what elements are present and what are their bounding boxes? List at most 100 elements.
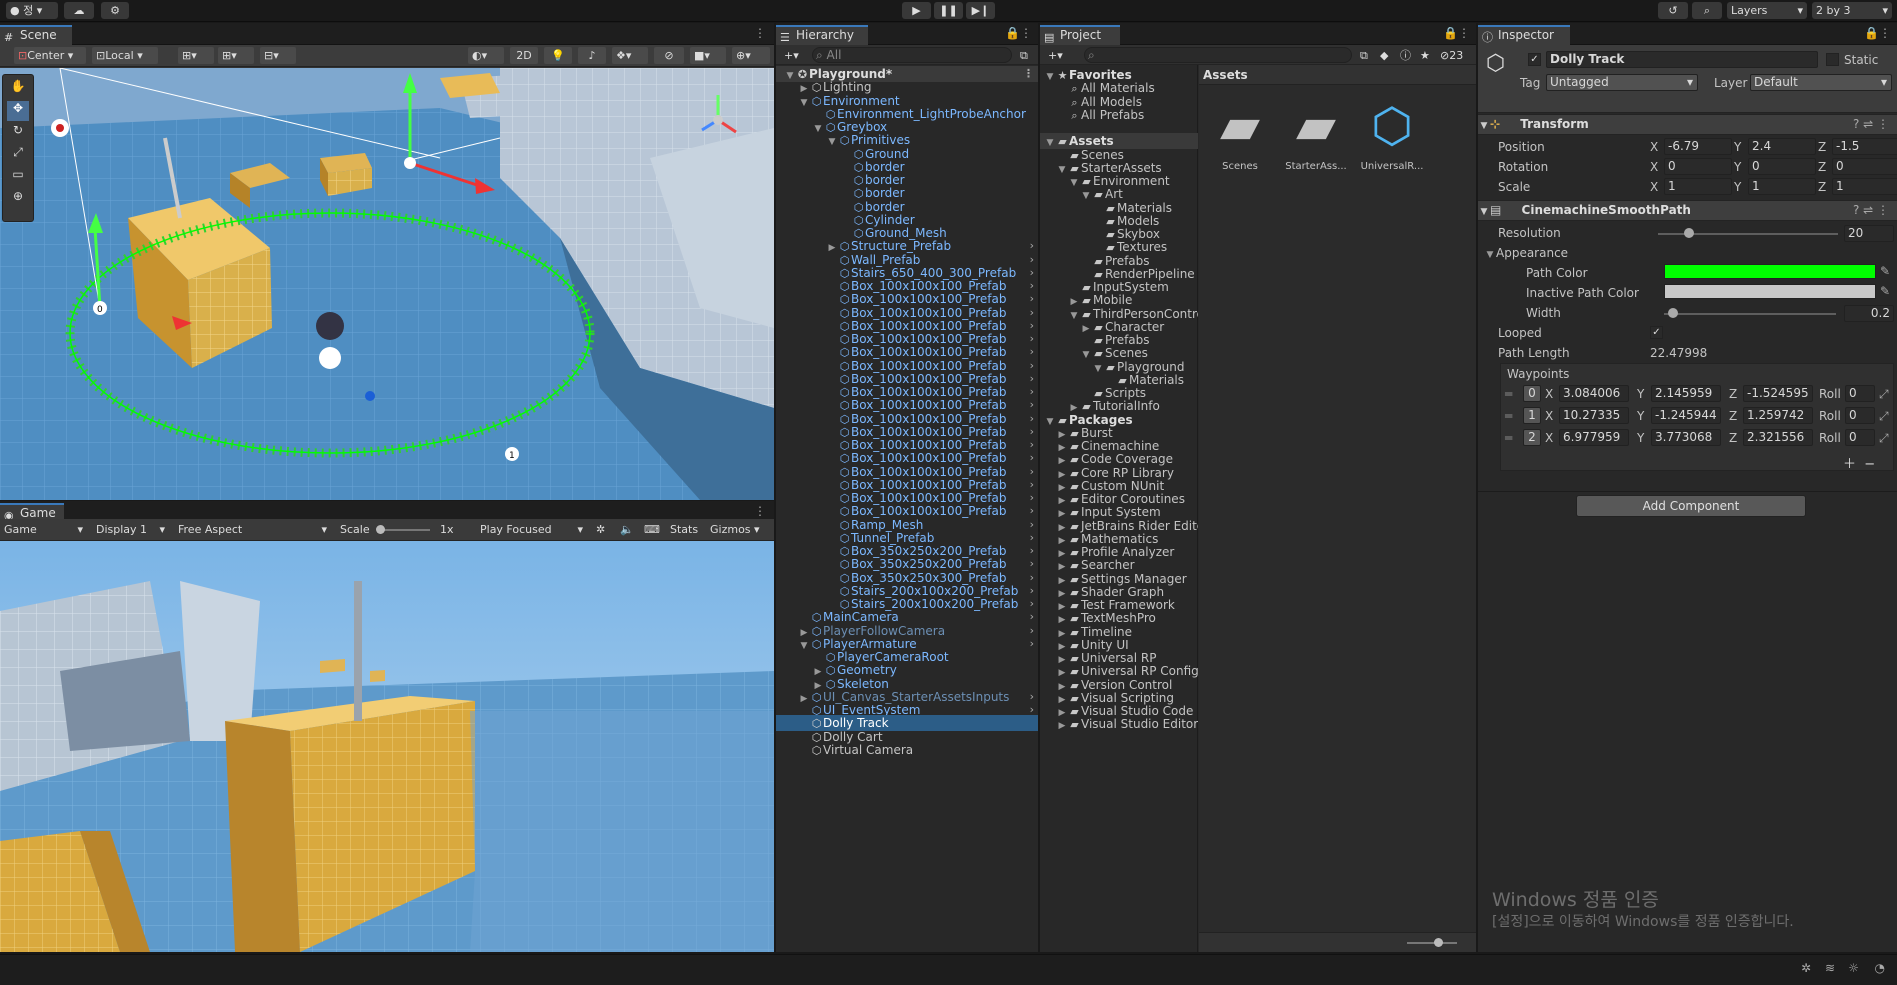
draw-mode-button[interactable]: ◐▾: [468, 47, 504, 64]
waypoint-z-input[interactable]: 2.321556: [1743, 429, 1813, 446]
panel-menu-icon[interactable]: ⋮: [754, 26, 766, 40]
smooth-path-header[interactable]: ▼ ▤ CinemachineSmoothPath ? ⇌ ⋮: [1478, 200, 1897, 221]
scale-slider[interactable]: [378, 529, 430, 531]
panel-menu-icon[interactable]: ⋮: [1458, 26, 1470, 40]
lock-icon[interactable]: 🔒: [1864, 26, 1879, 40]
tag-dropdown[interactable]: Untagged ▾: [1546, 74, 1698, 91]
play-button[interactable]: ▶: [902, 2, 931, 19]
layer-dropdown[interactable]: Default ▾: [1750, 74, 1892, 91]
expand-icon[interactable]: ⤢: [1879, 430, 1889, 446]
camera-settings-button[interactable]: ■▾: [690, 47, 726, 64]
rotation-y-input[interactable]: 0: [1748, 158, 1816, 175]
drag-handle-icon[interactable]: ═: [1505, 430, 1512, 446]
tab-project[interactable]: ▤ Project: [1040, 25, 1120, 45]
lighting-toggle[interactable]: 💡: [544, 47, 572, 64]
project-search-input[interactable]: ⌕: [1084, 47, 1352, 63]
cloud-button[interactable]: ☁: [64, 2, 94, 19]
hand-tool[interactable]: ✋: [7, 79, 29, 99]
panel-menu-icon[interactable]: ⋮: [1879, 26, 1891, 40]
component-menu-icon[interactable]: ? ⇌ ⋮: [1853, 201, 1889, 220]
position-x-input[interactable]: -6.79: [1664, 138, 1732, 155]
undo-history-button[interactable]: ↺: [1658, 2, 1688, 19]
waypoint-x-input[interactable]: 6.977959: [1559, 429, 1629, 446]
hierarchy-item[interactable]: ⬡ Virtual Camera: [776, 742, 1038, 758]
path-color-swatch[interactable]: [1664, 264, 1876, 279]
pause-button[interactable]: ❚❚: [934, 2, 963, 19]
width-input[interactable]: 0.2: [1844, 305, 1894, 322]
transform-header[interactable]: ▼ ⊹ Transform ? ⇌ ⋮: [1478, 114, 1897, 135]
tab-inspector[interactable]: ⓘ Inspector: [1478, 25, 1570, 45]
width-slider-handle[interactable]: [1668, 308, 1678, 318]
scene-visibility-toggle[interactable]: ⊘: [654, 47, 684, 64]
icon-size-slider-handle[interactable]: [1434, 938, 1443, 947]
appearance-foldout[interactable]: ▼ Appearance: [1484, 245, 1569, 263]
pivot-dropdown[interactable]: ⊡Center ▾: [14, 47, 86, 64]
search-by-type-button[interactable]: ⧉: [1356, 47, 1374, 64]
gizmos-dropdown[interactable]: Gizmos ▾: [706, 521, 770, 538]
resolution-slider-handle[interactable]: [1684, 228, 1694, 238]
panel-menu-icon[interactable]: ⋮: [754, 504, 766, 518]
position-y-input[interactable]: 2.4: [1748, 138, 1816, 155]
toggle-2d-button[interactable]: 2D: [510, 47, 538, 64]
width-slider[interactable]: [1664, 313, 1836, 315]
project-breadcrumb[interactable]: Assets: [1199, 65, 1476, 85]
effects-toggle[interactable]: ❖▾: [612, 47, 648, 64]
waypoint-y-input[interactable]: 2.145959: [1651, 385, 1721, 402]
rotation-x-input[interactable]: 0: [1664, 158, 1732, 175]
scale-tool[interactable]: ⤢: [7, 145, 29, 165]
auto-generate-lighting-icon[interactable]: ☼: [1848, 961, 1859, 975]
stats-button[interactable]: Stats: [666, 521, 704, 538]
create-button[interactable]: +▾: [780, 47, 808, 64]
increment-snap-button[interactable]: ⊟▾: [260, 47, 296, 64]
expand-icon[interactable]: ⤢: [1879, 408, 1889, 424]
scale-y-input[interactable]: 1: [1748, 178, 1816, 195]
tab-scene[interactable]: # Scene: [0, 25, 72, 45]
icon-size-slider[interactable]: [1407, 942, 1457, 944]
static-checkbox[interactable]: [1826, 53, 1839, 66]
layout-dropdown[interactable]: 2 by 3 ▾: [1812, 2, 1892, 19]
eyedropper-icon[interactable]: ✎: [1880, 264, 1890, 278]
panel-menu-icon[interactable]: ⋮: [1020, 26, 1032, 40]
add-waypoint-button[interactable]: ＋: [1843, 457, 1856, 472]
waypoint-z-input[interactable]: -1.524595: [1743, 385, 1813, 402]
asset-tile[interactable]: ▰ Scenes: [1205, 91, 1275, 191]
audio-toggle[interactable]: ♪: [578, 47, 606, 64]
waypoint-x-input[interactable]: 10.27335: [1559, 407, 1629, 424]
position-z-input[interactable]: -1.5: [1832, 138, 1897, 155]
mute-audio-button[interactable]: 🔈: [616, 521, 636, 538]
display-type-dropdown[interactable]: Game ▾: [0, 521, 86, 538]
object-name-input[interactable]: Dolly Track: [1546, 51, 1818, 68]
scale-x-input[interactable]: 1: [1664, 178, 1732, 195]
waypoint-roll-input[interactable]: 0: [1845, 385, 1875, 402]
frame-debugger-button[interactable]: ✲: [592, 521, 612, 538]
waypoint-y-input[interactable]: 3.773068: [1651, 429, 1721, 446]
waypoint-y-input[interactable]: -1.245944: [1651, 407, 1721, 424]
space-dropdown[interactable]: ⊡Local ▾: [92, 47, 158, 64]
hierarchy-search-input[interactable]: ⌕ All: [812, 47, 1012, 63]
keyboard-shortcuts-button[interactable]: ⌨: [640, 521, 662, 538]
expand-icon[interactable]: ⤢: [1879, 386, 1889, 402]
asset-tile[interactable]: ⬡ UniversalR...: [1357, 91, 1427, 191]
game-viewport[interactable]: [0, 541, 774, 952]
resolution-input[interactable]: 20: [1844, 225, 1894, 242]
rect-tool[interactable]: ▭: [7, 167, 29, 187]
scale-slider-handle[interactable]: [376, 525, 385, 534]
aspect-dropdown[interactable]: Free Aspect ▾: [174, 521, 330, 538]
play-mode-dropdown[interactable]: Play Focused ▾: [476, 521, 586, 538]
scale-z-input[interactable]: 1: [1832, 178, 1897, 195]
hidden-packages-toggle[interactable]: ⊘23: [1436, 47, 1474, 64]
debug-icon[interactable]: ✲: [1801, 961, 1811, 975]
drag-handle-icon[interactable]: ═: [1505, 386, 1512, 402]
eyedropper-icon[interactable]: ✎: [1880, 284, 1890, 298]
grid-snap-button[interactable]: ⊞▾: [178, 47, 214, 64]
inactive-path-color-swatch[interactable]: [1664, 284, 1876, 299]
move-tool[interactable]: ✥: [7, 101, 29, 121]
drag-handle-icon[interactable]: ═: [1505, 408, 1512, 424]
grid-visibility-button[interactable]: ⊞▾: [218, 47, 254, 64]
favorite-button[interactable]: ★: [1416, 47, 1434, 64]
waypoint-roll-input[interactable]: 0: [1845, 429, 1875, 446]
lock-icon[interactable]: 🔒: [1005, 26, 1020, 40]
display-dropdown[interactable]: Display 1 ▾: [92, 521, 168, 538]
rotate-tool[interactable]: ↻: [7, 123, 29, 143]
waypoint-roll-input[interactable]: 0: [1845, 407, 1875, 424]
